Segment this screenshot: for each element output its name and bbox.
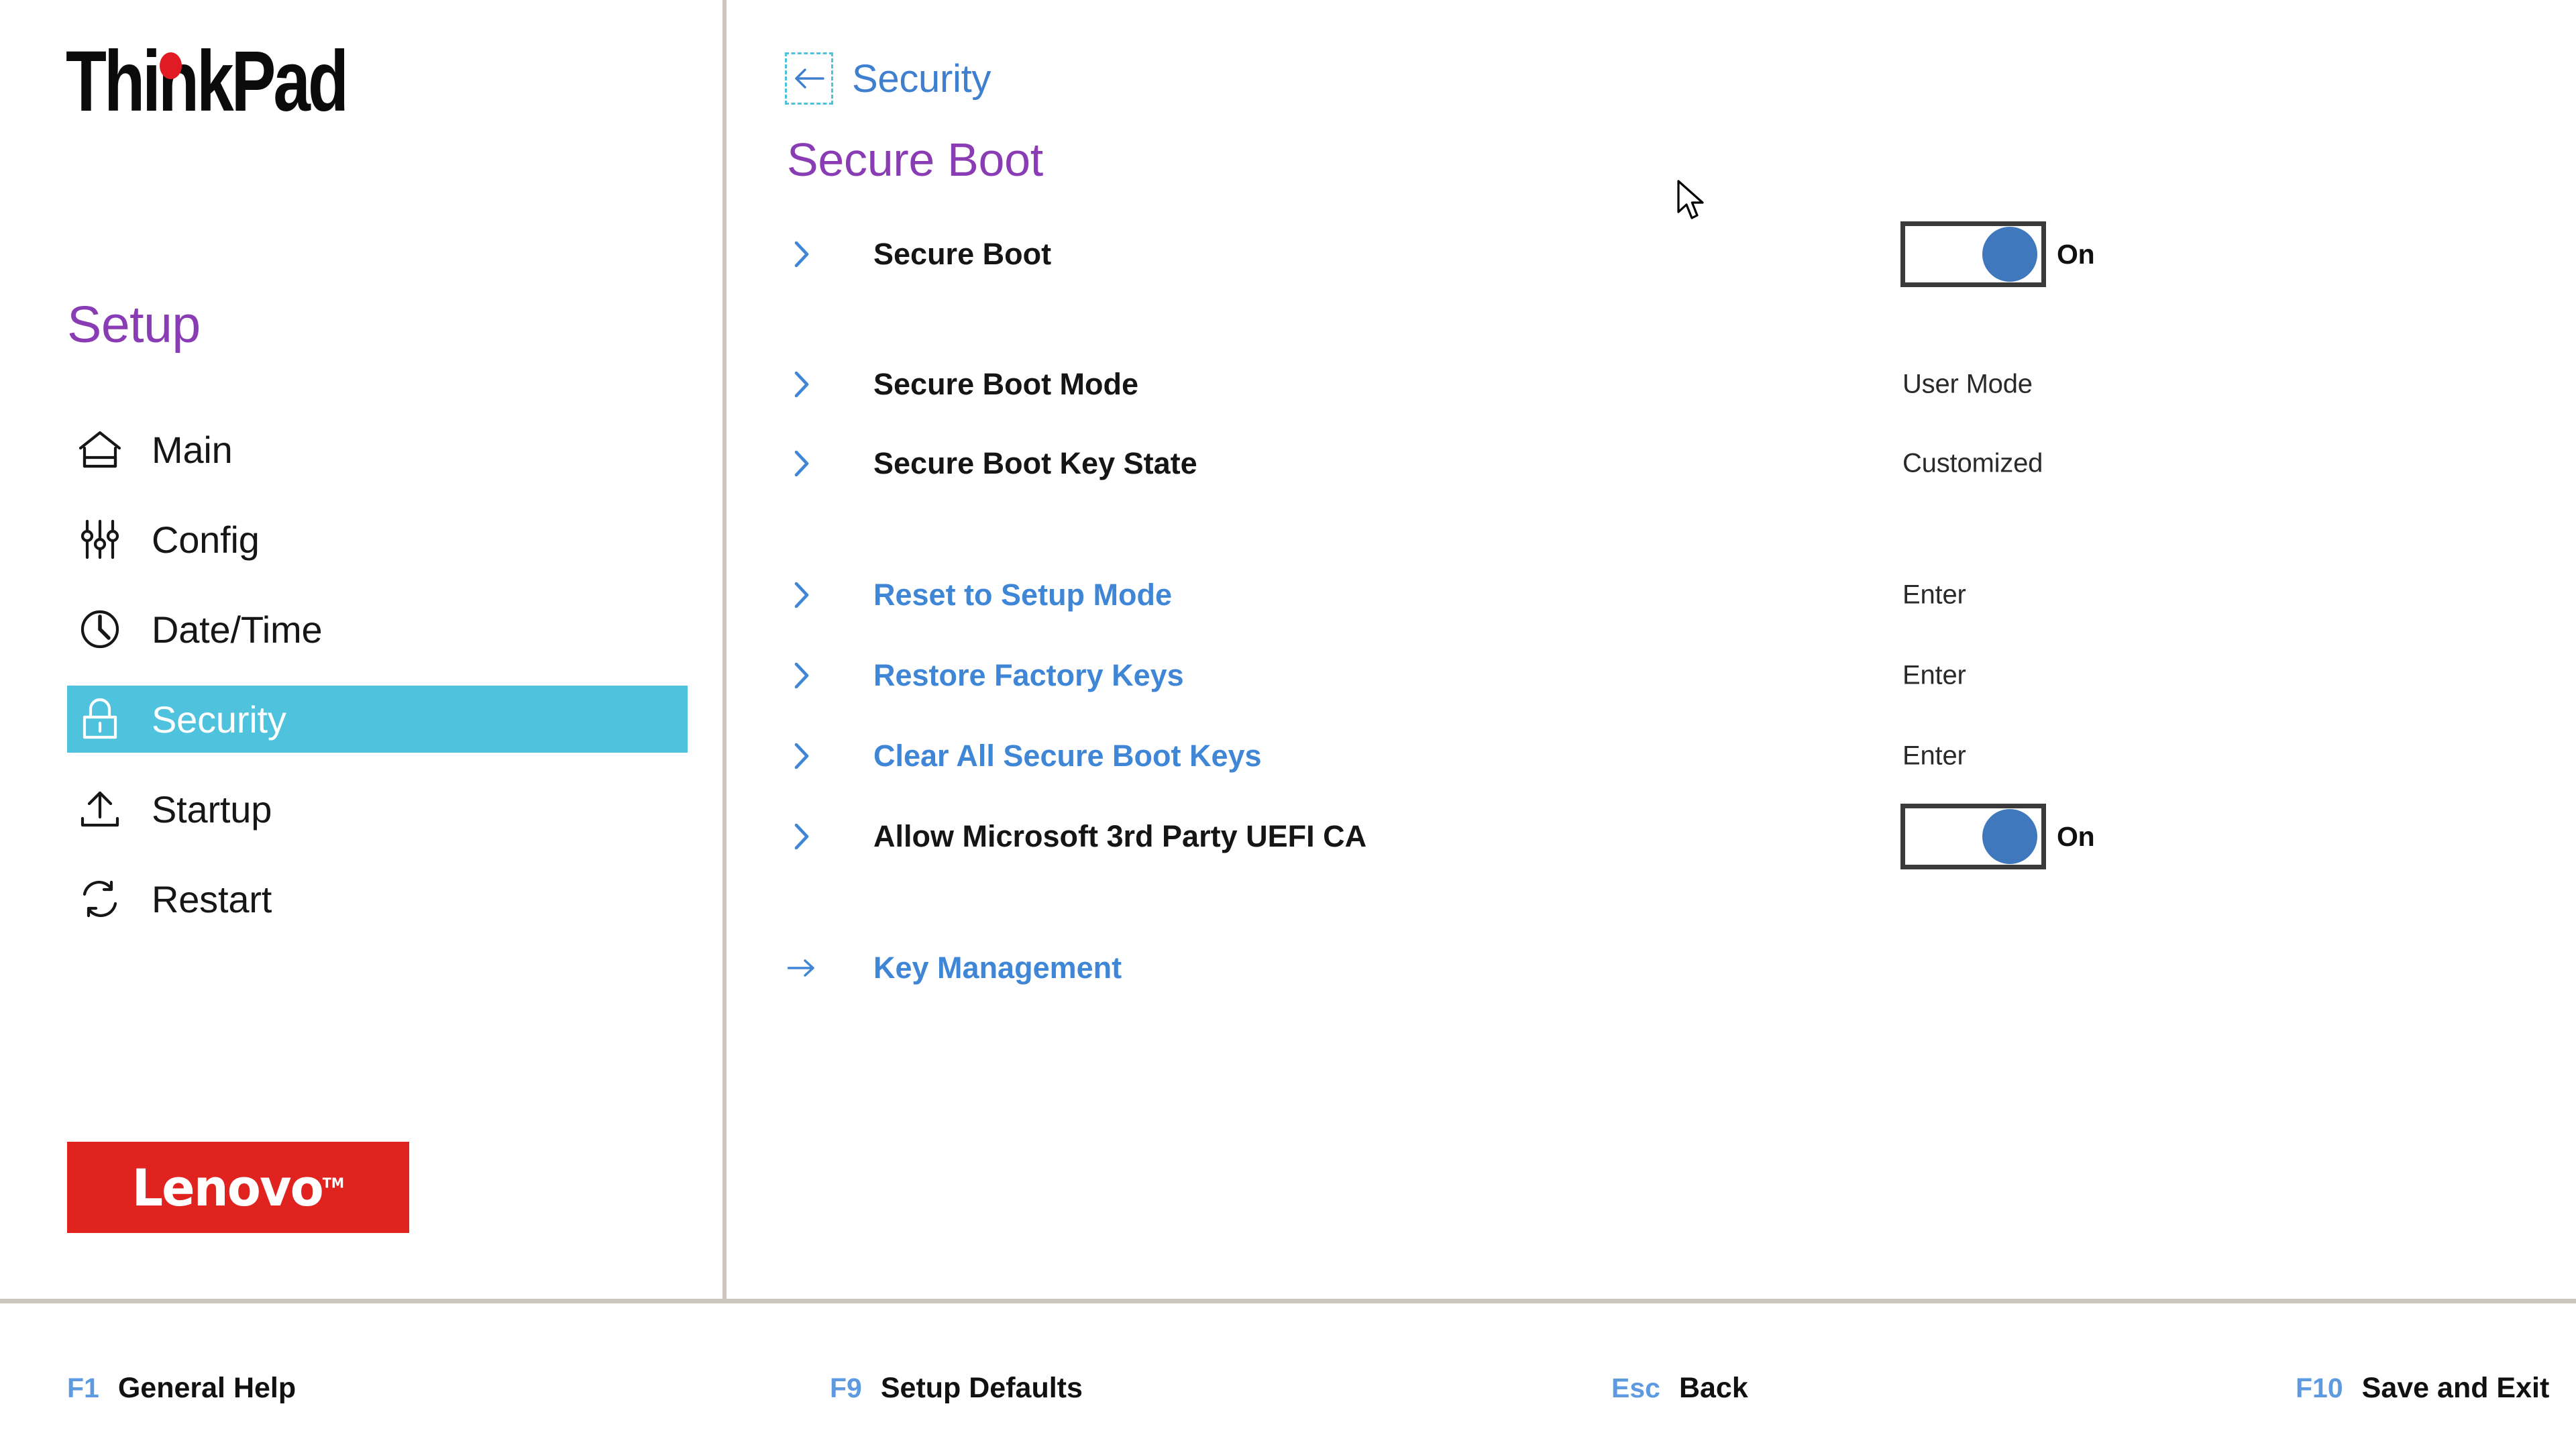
sidebar-item-datetime-label: Date/Time bbox=[152, 608, 323, 651]
chevron-right-icon bbox=[787, 239, 816, 269]
allow-microsoft-uefi-ca-toggle[interactable] bbox=[1900, 804, 2046, 869]
row-restore-factory-keys[interactable]: Restore Factory Keys Enter bbox=[787, 657, 2531, 694]
sidebar-item-restart-label: Restart bbox=[152, 877, 272, 920]
footer-shortcut-setup-defaults[interactable]: F9 Setup Defaults bbox=[830, 1372, 1083, 1405]
row-gap bbox=[787, 272, 2531, 323]
row-secure-boot-key-state[interactable]: Secure Boot Key State Customized bbox=[787, 445, 2531, 482]
sidebar-item-security-label: Security bbox=[152, 698, 286, 741]
upload-icon bbox=[74, 789, 126, 829]
row-allow-microsoft-3rd-party-uefi-ca-label: Allow Microsoft 3rd Party UEFI CA bbox=[873, 819, 1367, 853]
sidebar-item-main[interactable]: Main bbox=[0, 416, 722, 483]
row-allow-microsoft-3rd-party-uefi-ca-control[interactable]: On bbox=[1900, 804, 2095, 869]
row-secure-boot[interactable]: Secure Boot On bbox=[787, 221, 2531, 287]
settings-list: Secure Boot On Secure Boot Mode User Mod… bbox=[787, 221, 2531, 986]
footer-key-label: F10 bbox=[2296, 1373, 2343, 1403]
secure-boot-toggle-state: On bbox=[2057, 238, 2095, 270]
back-button[interactable] bbox=[785, 52, 833, 105]
row-reset-to-setup-mode[interactable]: Reset to Setup Mode Enter bbox=[787, 577, 2531, 613]
arrow-right-icon bbox=[787, 953, 816, 983]
sidebar-nav: Main Config Date/Time Security Startup R… bbox=[0, 416, 722, 955]
sidebar-item-main-label: Main bbox=[152, 428, 233, 471]
sidebar: ThinkPad Setup Main Config Date/Time Sec… bbox=[0, 0, 722, 1299]
sidebar-item-security[interactable]: Security bbox=[0, 686, 722, 753]
row-gap bbox=[787, 533, 2531, 577]
row-reset-to-setup-mode-value: Enter bbox=[1902, 580, 1966, 610]
secure-boot-toggle[interactable] bbox=[1900, 221, 2046, 287]
footer-shortcut-save-and-exit[interactable]: F10 Save and Exit bbox=[2296, 1372, 2549, 1405]
breadcrumb-label[interactable]: Security bbox=[852, 56, 991, 101]
home-icon bbox=[74, 429, 126, 470]
chevron-right-icon bbox=[787, 449, 816, 478]
lenovo-trademark: TM bbox=[323, 1175, 345, 1191]
footer-key-description: Setup Defaults bbox=[880, 1372, 1083, 1404]
chevron-right-icon bbox=[787, 661, 816, 690]
row-key-management-label[interactable]: Key Management bbox=[873, 951, 1122, 985]
sidebar-item-config[interactable]: Config bbox=[0, 506, 722, 573]
row-gap bbox=[787, 855, 2531, 906]
thinkpad-logo: ThinkPad bbox=[66, 39, 349, 125]
row-gap bbox=[787, 906, 2531, 950]
refresh-icon bbox=[74, 878, 126, 920]
footer-key-description: Back bbox=[1678, 1372, 1748, 1404]
sidebar-item-config-label: Config bbox=[152, 518, 260, 561]
row-secure-boot-mode-value: User Mode bbox=[1902, 369, 2033, 399]
lock-icon bbox=[74, 697, 126, 741]
sidebar-item-startup[interactable]: Startup bbox=[0, 775, 722, 843]
thinkpad-logo-text: ThinkPad bbox=[66, 34, 349, 129]
mouse-cursor bbox=[1677, 180, 1704, 219]
row-secure-boot-control[interactable]: On bbox=[1900, 221, 2095, 287]
toggle-knob bbox=[1982, 227, 2037, 282]
thinkpad-red-dot-icon bbox=[160, 52, 182, 79]
row-secure-boot-label: Secure Boot bbox=[873, 237, 1052, 271]
row-restore-factory-keys-label[interactable]: Restore Factory Keys bbox=[873, 658, 1184, 693]
row-gap bbox=[787, 482, 2531, 533]
breadcrumb: Security bbox=[785, 52, 991, 105]
chevron-right-icon bbox=[787, 370, 816, 399]
clock-icon bbox=[74, 608, 126, 650]
lenovo-logo: LenovoTM bbox=[67, 1142, 409, 1233]
lenovo-logo-text: LenovoTM bbox=[131, 1157, 345, 1218]
footer-shortcut-back[interactable]: Esc Back bbox=[1611, 1372, 1748, 1405]
row-secure-boot-key-state-label: Secure Boot Key State bbox=[873, 446, 1197, 480]
row-restore-factory-keys-value: Enter bbox=[1902, 660, 1966, 690]
row-gap bbox=[787, 694, 2531, 738]
row-clear-all-secure-boot-keys-value: Enter bbox=[1902, 741, 1966, 771]
chevron-right-icon bbox=[787, 741, 816, 771]
footer-key-label: F9 bbox=[830, 1373, 862, 1403]
row-gap bbox=[787, 774, 2531, 818]
row-clear-all-secure-boot-keys[interactable]: Clear All Secure Boot Keys Enter bbox=[787, 738, 2531, 774]
row-reset-to-setup-mode-label[interactable]: Reset to Setup Mode bbox=[873, 578, 1172, 612]
footer-key-description: General Help bbox=[117, 1372, 297, 1404]
footer-key-description: Save and Exit bbox=[2361, 1372, 2550, 1404]
sliders-icon bbox=[74, 519, 126, 560]
row-secure-boot-mode[interactable]: Secure Boot Mode User Mode bbox=[787, 366, 2531, 402]
page-title: Secure Boot bbox=[787, 133, 1043, 186]
footer bbox=[0, 1303, 2576, 1449]
row-gap bbox=[787, 323, 2531, 366]
footer-key-label: F1 bbox=[67, 1373, 99, 1403]
row-secure-boot-mode-label: Secure Boot Mode bbox=[873, 367, 1139, 401]
row-clear-all-secure-boot-keys-label[interactable]: Clear All Secure Boot Keys bbox=[873, 739, 1262, 773]
chevron-right-icon bbox=[787, 822, 816, 851]
row-secure-boot-key-state-value: Customized bbox=[1902, 448, 2043, 478]
sidebar-item-startup-label: Startup bbox=[152, 788, 272, 830]
chevron-right-icon bbox=[787, 580, 816, 610]
back-arrow-icon bbox=[795, 68, 824, 89]
footer-divider bbox=[0, 1299, 2576, 1303]
row-key-management[interactable]: Key Management bbox=[787, 950, 2531, 986]
row-allow-microsoft-3rd-party-uefi-ca[interactable]: Allow Microsoft 3rd Party UEFI CA On bbox=[787, 804, 2531, 869]
toggle-knob bbox=[1982, 809, 2037, 864]
footer-shortcut-general-help[interactable]: F1 General Help bbox=[67, 1372, 296, 1405]
row-gap bbox=[787, 402, 2531, 445]
row-gap bbox=[787, 613, 2531, 657]
sidebar-item-restart[interactable]: Restart bbox=[0, 865, 722, 932]
sidebar-item-datetime[interactable]: Date/Time bbox=[0, 596, 722, 663]
footer-key-label: Esc bbox=[1611, 1373, 1660, 1403]
sidebar-title: Setup bbox=[67, 296, 201, 354]
allow-microsoft-uefi-ca-toggle-state: On bbox=[2057, 820, 2095, 852]
sidebar-divider bbox=[722, 0, 727, 1302]
